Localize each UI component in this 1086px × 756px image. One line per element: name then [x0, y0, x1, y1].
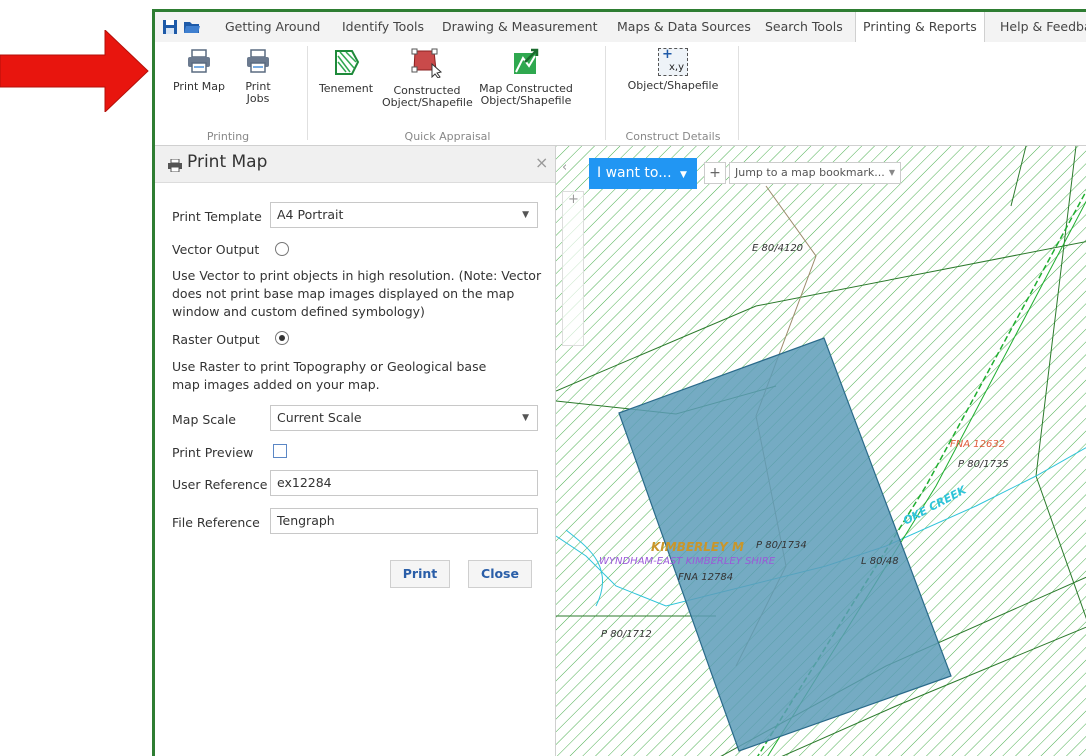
- xy-coordinate-icon: + x,y: [658, 48, 688, 76]
- raster-output-radio[interactable]: [275, 331, 289, 345]
- ribbon-panel: Print Map Print Jobs Printing Tenement C…: [155, 42, 1086, 146]
- map-scale-select[interactable]: Current Scale ▼: [270, 405, 538, 431]
- map-canvas: [556, 146, 1086, 756]
- tab-help-feedback[interactable]: Help & Feedba: [1000, 12, 1086, 42]
- map-label: WYNDHAM-EAST KIMBERLEY SHIRE: [599, 556, 776, 567]
- map-label: FNA 12632: [950, 439, 1006, 450]
- chevron-down-icon: ▼: [522, 210, 529, 220]
- map-scale-label: Map Scale: [172, 412, 236, 427]
- vector-note: Use Vector to print objects in high reso…: [172, 268, 542, 319]
- print-template-label: Print Template: [172, 209, 262, 224]
- ribbon-tab-bar: Getting Around Identify Tools Drawing & …: [155, 12, 1086, 43]
- tenement-button[interactable]: Tenement: [315, 48, 377, 95]
- map-label: L 80/48: [861, 556, 899, 567]
- file-reference-input[interactable]: Tengraph: [270, 508, 538, 534]
- map-label: KIMBERLEY M: [651, 540, 744, 554]
- tab-getting-around[interactable]: Getting Around: [225, 12, 320, 42]
- tab-drawing-measurement[interactable]: Drawing & Measurement: [442, 12, 598, 42]
- add-bookmark-button[interactable]: +: [704, 162, 726, 184]
- print-jobs-button[interactable]: Print Jobs: [233, 48, 283, 105]
- app-window: Getting Around Identify Tools Drawing & …: [152, 9, 1086, 756]
- save-icon[interactable]: [162, 19, 178, 39]
- print-map-panel: Print Map × Print Template A4 Portrait ▼…: [155, 146, 556, 756]
- group-label-printing: Printing: [206, 130, 250, 143]
- group-label-quick-appraisal: Quick Appraisal: [404, 130, 491, 143]
- construct-shape-icon: [382, 48, 472, 81]
- printer-icon: [169, 48, 229, 77]
- tab-printing-reports[interactable]: Printing & Reports: [855, 12, 985, 43]
- raster-note: Use Raster to print Topography or Geolog…: [172, 359, 487, 392]
- object-shapefile-button[interactable]: + x,y Object/Shapefile: [613, 48, 733, 92]
- constructed-shapefile-button[interactable]: Constructed Object/Shapefile: [382, 48, 473, 109]
- group-separator: [605, 46, 606, 140]
- group-separator: [307, 46, 308, 140]
- tab-maps-data-sources[interactable]: Maps & Data Sources: [617, 12, 751, 42]
- print-preview-checkbox[interactable]: [273, 444, 287, 458]
- open-folder-icon[interactable]: [183, 19, 201, 39]
- user-reference-label: User Reference: [172, 477, 268, 492]
- map-label: FNA 12784: [678, 572, 734, 583]
- chevron-down-icon: ▼: [522, 413, 529, 423]
- printer-small-icon: [168, 157, 182, 176]
- zoom-slider[interactable]: +: [562, 191, 584, 346]
- panel-title: Print Map: [187, 152, 268, 172]
- tenement-icon: [315, 48, 377, 79]
- vector-output-radio[interactable]: [275, 242, 289, 256]
- close-button[interactable]: Close: [468, 560, 532, 588]
- user-reference-input[interactable]: ex12284: [270, 470, 538, 496]
- chevron-down-icon: ▼: [680, 170, 687, 180]
- group-separator: [738, 46, 739, 140]
- i-want-to-menu[interactable]: I want to... ▼: [589, 158, 697, 189]
- map-label: P 80/1712: [601, 629, 652, 640]
- map-constructed-shapefile-button[interactable]: Map Constructed Object/Shapefile: [477, 48, 575, 107]
- chevron-down-icon: ▼: [888, 168, 895, 177]
- map-construct-icon: [477, 48, 575, 79]
- tab-search-tools[interactable]: Search Tools: [765, 12, 843, 42]
- collapse-panel-icon[interactable]: ‹: [562, 160, 567, 175]
- map-label: P 80/1735: [958, 459, 1009, 470]
- tenement-label: Tenement: [318, 82, 374, 95]
- tab-identify-tools[interactable]: Identify Tools: [342, 12, 424, 42]
- print-template-select[interactable]: A4 Portrait ▼: [270, 202, 538, 228]
- print-button[interactable]: Print: [390, 560, 450, 588]
- printer-jobs-icon: [233, 48, 283, 77]
- print-preview-label: Print Preview: [172, 445, 254, 460]
- map-label: E 80/4120: [752, 243, 804, 254]
- constructed-shapefile-label: Constructed Object/Shapefile: [382, 84, 473, 109]
- panel-header: Print Map ×: [155, 146, 555, 183]
- bookmark-select[interactable]: Jump to a map bookmark... ▼: [729, 162, 901, 184]
- map-label: P 80/1734: [756, 540, 807, 551]
- file-reference-label: File Reference: [172, 515, 260, 530]
- print-jobs-label: Print Jobs: [245, 80, 271, 105]
- print-map-button[interactable]: Print Map: [169, 48, 229, 93]
- zoom-in-icon[interactable]: +: [568, 192, 579, 207]
- vector-output-label: Vector Output: [172, 242, 260, 257]
- print-map-label: Print Map: [172, 80, 225, 93]
- map-view[interactable]: ‹ I want to... ▼ + Jump to a map bookmar…: [556, 146, 1086, 756]
- object-shapefile-label: Object/Shapefile: [627, 79, 719, 92]
- raster-output-label: Raster Output: [172, 332, 260, 347]
- group-label-construct-details: Construct Details: [625, 130, 721, 143]
- map-constructed-shapefile-label: Map Constructed Object/Shapefile: [479, 82, 573, 107]
- red-arrow-annotation: [0, 30, 149, 112]
- close-icon[interactable]: ×: [535, 153, 548, 172]
